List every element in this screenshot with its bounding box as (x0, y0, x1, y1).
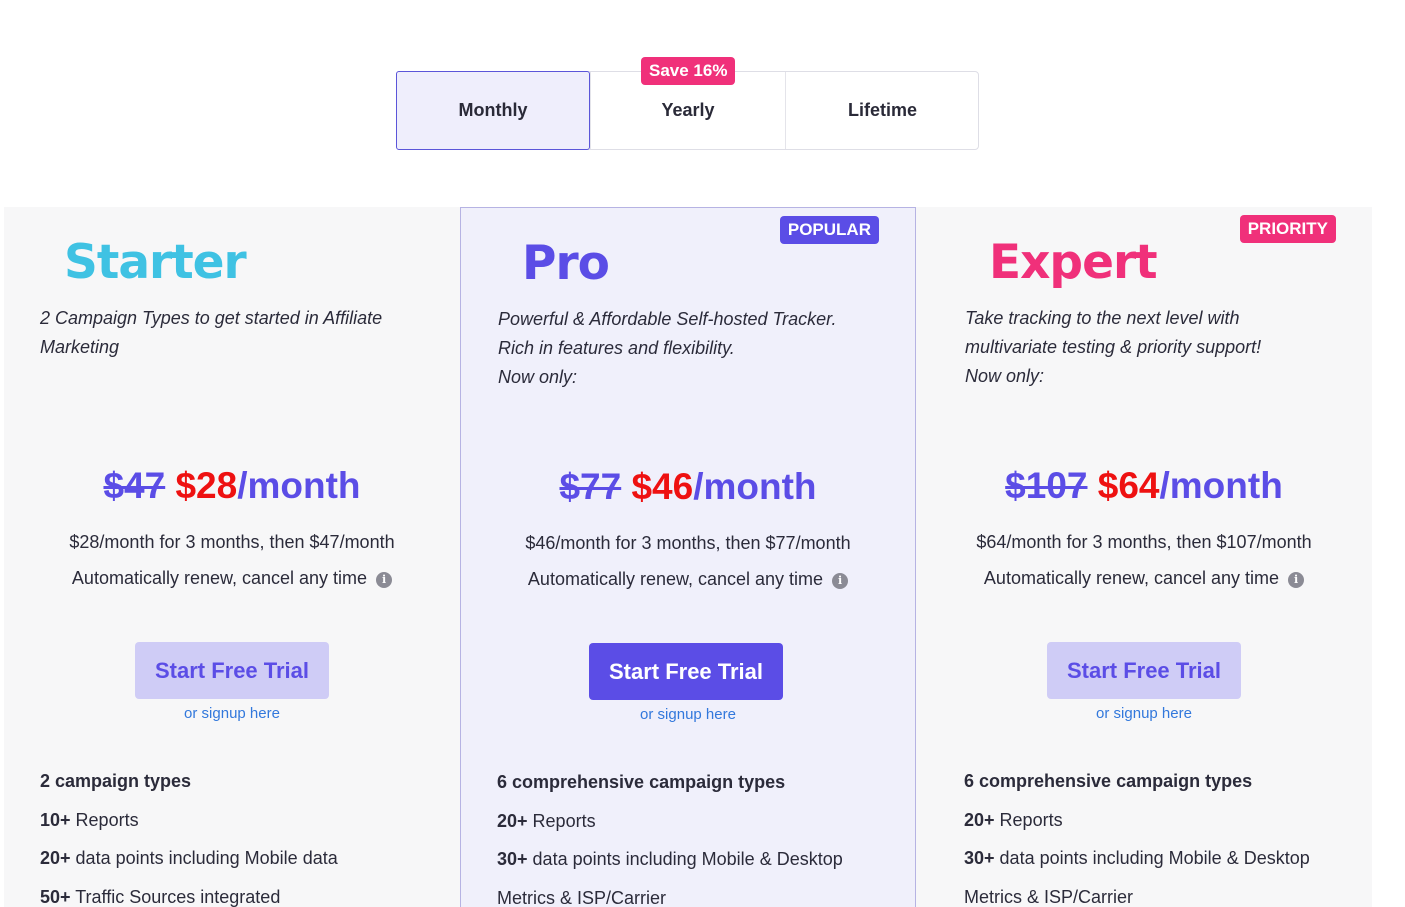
old-price: $107 (1005, 465, 1088, 506)
feature-text: Reports (527, 810, 596, 831)
plan-description-line: 2 Campaign Types to get started in Affil… (40, 308, 383, 328)
price-period: /month (1159, 465, 1283, 506)
plan-description: 2 Campaign Types to get started in Affil… (40, 304, 430, 362)
feature-item: 2 campaign types (40, 762, 450, 801)
plan-description-line: Powerful & Affordable Self-hosted Tracke… (498, 309, 837, 329)
tab-monthly[interactable]: Monthly (396, 71, 590, 150)
renew-note-text: Automatically renew, cancel any time (527, 569, 824, 589)
popular-badge: POPULAR (779, 216, 879, 244)
plan-title: Pro (522, 236, 610, 291)
plan-card-expert: PRIORITY Expert Take tracking to the nex… (916, 207, 1372, 907)
feature-text: data points including Mobile data (70, 848, 338, 868)
save-badge: Save 16% (641, 57, 736, 85)
feature-text: data points including Mobile & Desktop (527, 849, 843, 869)
feature-text: Reports (70, 809, 139, 830)
renew-note: Automatically renew, cancel any time i (4, 568, 460, 589)
feature-text: Metrics & ISP/Carrier (497, 887, 667, 907)
feature-text: Reports (994, 809, 1063, 830)
feature-text: data points including Mobile & Desktop (994, 848, 1310, 868)
priority-badge: PRIORITY (1239, 215, 1336, 243)
feature-highlight: 30+ (497, 849, 528, 869)
feature-highlight: 6 comprehensive campaign types (497, 772, 786, 792)
price-note: $64/month for 3 months, then $107/month (976, 532, 1312, 552)
tab-lifetime[interactable]: Lifetime (785, 72, 979, 149)
signup-link[interactable]: or signup here (916, 705, 1372, 722)
feature-item: 20+ Reports (964, 801, 1374, 840)
price: $77 $46/month (461, 466, 915, 508)
feature-item: 20+ Reports (497, 802, 907, 841)
plan-description: Powerful & Affordable Self-hosted Tracke… (498, 305, 888, 392)
feature-list: 6 comprehensive campaign types 20+ Repor… (497, 763, 907, 907)
signup-link[interactable]: or signup here (461, 706, 915, 723)
plan-title: Expert (989, 235, 1158, 290)
feature-highlight: 6 comprehensive campaign types (964, 771, 1253, 791)
plan-description-line: Rich in features and flexibility. (498, 338, 735, 358)
renew-note: Automatically renew, cancel any time i (916, 568, 1372, 589)
plan-description-line: Now only: (498, 367, 578, 387)
info-icon[interactable]: i (832, 573, 849, 589)
old-price: $77 (559, 466, 622, 507)
price-note: $28/month for 3 months, then $47/month (69, 532, 395, 552)
price: $107 $64/month (916, 465, 1372, 507)
feature-highlight: 10+ (40, 809, 71, 830)
start-free-trial-button[interactable]: Start Free Trial (589, 643, 783, 700)
price: $47 $28/month (4, 465, 460, 507)
renew-note-text: Automatically renew, cancel any time (71, 568, 368, 588)
plan-description-line: multivariate testing & priority support! (965, 337, 1262, 357)
plan-description-line: Now only: (965, 366, 1045, 386)
billing-period-toggle: Monthly Save 16% Yearly Lifetime (396, 57, 979, 150)
feature-highlight: 20+ (40, 848, 71, 868)
feature-item: 10+ Reports (40, 801, 450, 840)
feature-item: Metrics & ISP/Carrier (964, 878, 1374, 907)
new-price: $28 (175, 465, 238, 506)
feature-highlight: 20+ (497, 810, 528, 831)
tab-yearly[interactable]: Save 16% Yearly (590, 57, 785, 149)
plan-description-line: Marketing (40, 337, 120, 357)
start-free-trial-button[interactable]: Start Free Trial (1047, 642, 1241, 699)
feature-item: 20+ data points including Mobile data (40, 839, 450, 878)
feature-highlight: 30+ (964, 848, 995, 868)
price-period: /month (237, 465, 361, 506)
plan-description: Take tracking to the next level with mul… (965, 304, 1355, 391)
start-free-trial-button[interactable]: Start Free Trial (135, 642, 329, 699)
plan-description-line: Take tracking to the next level with (965, 308, 1240, 328)
feature-item: 30+ data points including Mobile & Deskt… (497, 840, 907, 879)
feature-item: 6 comprehensive campaign types (964, 762, 1374, 801)
feature-item: 6 comprehensive campaign types (497, 763, 907, 802)
feature-text: Metrics & ISP/Carrier (964, 886, 1134, 907)
pricing-page: Monthly Save 16% Yearly Lifetime Starter… (0, 0, 1405, 907)
feature-item: Metrics & ISP/Carrier (497, 879, 907, 907)
new-price: $46 (631, 466, 694, 507)
info-icon[interactable]: i (376, 572, 393, 588)
price-note: $46/month for 3 months, then $77/month (525, 533, 851, 553)
feature-item: 30+ data points including Mobile & Deskt… (964, 839, 1374, 878)
plan-card-starter: Starter 2 Campaign Types to get started … (4, 207, 460, 907)
feature-list: 6 comprehensive campaign types 20+ Repor… (964, 762, 1374, 907)
feature-list: 2 campaign types 10+ Reports 20+ data po… (40, 762, 450, 907)
signup-link[interactable]: or signup here (4, 705, 460, 722)
plan-title: Starter (64, 235, 247, 290)
feature-highlight: 2 campaign types (40, 771, 192, 791)
feature-highlight: 20+ (964, 809, 995, 830)
price-period: /month (693, 466, 817, 507)
new-price: $64 (1097, 465, 1160, 506)
tab-yearly-label: Yearly (661, 100, 715, 120)
info-icon[interactable]: i (1288, 572, 1305, 588)
plan-columns: Starter 2 Campaign Types to get started … (4, 207, 1372, 907)
renew-note-text: Automatically renew, cancel any time (983, 568, 1280, 588)
tab-monthly-label: Monthly (458, 100, 528, 120)
renew-note: Automatically renew, cancel any time i (461, 569, 915, 590)
feature-text: Traffic Sources integrated (70, 886, 281, 907)
plan-card-pro: POPULAR Pro Powerful & Affordable Self-h… (460, 207, 916, 907)
tab-lifetime-label: Lifetime (847, 100, 917, 120)
feature-highlight: 50+ (40, 886, 71, 907)
feature-item: 50+ Traffic Sources integrated (40, 878, 450, 907)
old-price: $47 (103, 465, 166, 506)
